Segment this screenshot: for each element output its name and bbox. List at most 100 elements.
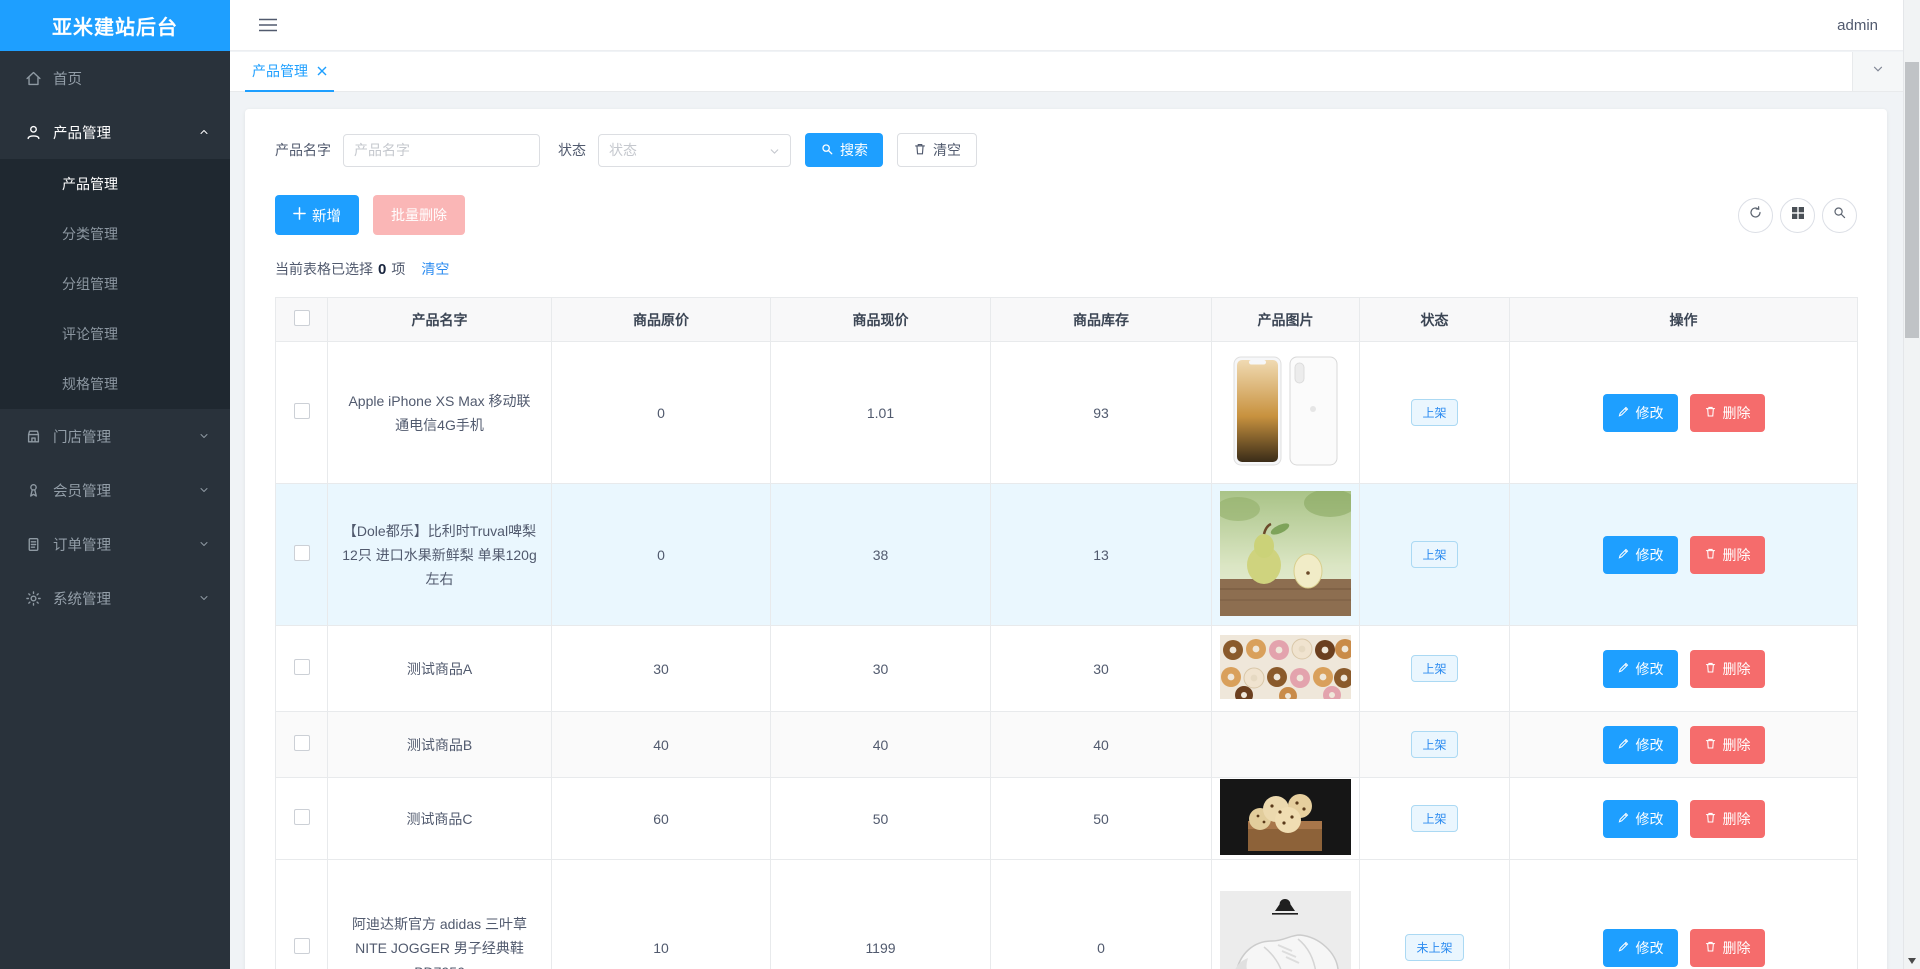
- current-user[interactable]: admin: [1837, 17, 1878, 34]
- edit-button[interactable]: 修改: [1602, 393, 1678, 432]
- original-price: 0: [551, 483, 771, 626]
- row-checkbox[interactable]: [293, 809, 310, 825]
- sidebar-item-system-management[interactable]: 系统管理: [0, 571, 230, 625]
- table-row: Apple iPhone XS Max 移动联通电信4G手机 0 1.01 93: [275, 341, 1858, 484]
- original-price: 0: [551, 341, 771, 484]
- refresh-icon: [1748, 205, 1763, 225]
- scrollbar-thumb[interactable]: [1905, 62, 1919, 338]
- status-select[interactable]: 状态: [598, 133, 791, 167]
- delete-button[interactable]: 删除: [1689, 725, 1765, 764]
- table-row: 测试商品B 40 40 40 上架 修改 删除: [275, 711, 1858, 778]
- refresh-button[interactable]: [1738, 197, 1773, 233]
- edit-button[interactable]: 修改: [1602, 535, 1678, 574]
- filter-row: 产品名字 状态 状态 搜索 清空: [275, 133, 1857, 167]
- clear-selection-link[interactable]: 清空: [421, 259, 449, 279]
- delete-button[interactable]: 删除: [1689, 799, 1765, 838]
- product-image: [1220, 779, 1351, 855]
- member-icon: [25, 482, 42, 499]
- menu-toggle-icon[interactable]: [258, 17, 278, 33]
- delete-button[interactable]: 删除: [1689, 928, 1765, 967]
- sidebar: 亚米建站后台 首页 产品管理 产品管理 分类管理 分组管理 评论管理 规格管理 …: [0, 0, 230, 969]
- batch-delete-button[interactable]: 批量删除: [373, 195, 465, 235]
- stock: 40: [990, 711, 1212, 778]
- tab-product-management[interactable]: 产品管理: [245, 52, 334, 92]
- product-list-card: 产品名字 状态 状态 搜索 清空: [245, 109, 1887, 969]
- close-icon[interactable]: [317, 63, 327, 79]
- sidebar-item-member-management[interactable]: 会员管理: [0, 463, 230, 517]
- chevron-up-icon: [198, 126, 210, 138]
- delete-button[interactable]: 删除: [1689, 649, 1765, 688]
- current-price: 50: [770, 777, 991, 860]
- chevron-down-icon: [768, 145, 781, 161]
- main-content: 产品名字 状态 状态 搜索 清空: [230, 92, 1903, 969]
- sidebar-subitem-comment[interactable]: 评论管理: [0, 309, 230, 359]
- sidebar-submenu: 产品管理 分类管理 分组管理 评论管理 规格管理: [0, 159, 230, 409]
- sidebar-subitem-category[interactable]: 分类管理: [0, 209, 230, 259]
- row-checkbox[interactable]: [293, 403, 310, 419]
- sidebar-item-order-management[interactable]: 订单管理: [0, 517, 230, 571]
- status-badge: 上架: [1411, 655, 1458, 682]
- current-price: 1.01: [770, 341, 991, 484]
- table-row: 【Dole都乐】比利时Truval啤梨12只 进口水果新鲜梨 单果120g左右 …: [275, 483, 1858, 626]
- product-name: 测试商品A: [327, 625, 552, 712]
- trash-icon: [913, 142, 927, 159]
- row-checkbox[interactable]: [293, 735, 310, 751]
- tab-list-toggle[interactable]: [1852, 52, 1903, 91]
- chevron-down-icon: [198, 538, 210, 550]
- shop-icon: [25, 428, 42, 445]
- grid-icon: [1791, 206, 1805, 225]
- user-icon: [25, 124, 42, 141]
- tab-bar: 产品管理: [230, 52, 1903, 92]
- product-image: [1220, 891, 1351, 969]
- chevron-down-icon: [198, 484, 210, 496]
- sidebar-item-product-management[interactable]: 产品管理: [0, 105, 230, 159]
- row-checkbox[interactable]: [293, 938, 310, 954]
- chevron-down-icon: [198, 592, 210, 604]
- sidebar-subitem-spec[interactable]: 规格管理: [0, 359, 230, 409]
- table-row: 测试商品A 30 30 30 上架 修改 删除: [275, 625, 1858, 712]
- original-price: 30: [551, 625, 771, 712]
- scrollbar-down-arrow[interactable]: [1908, 958, 1916, 964]
- stock: 0: [990, 859, 1212, 969]
- name-filter-label: 产品名字: [275, 142, 331, 158]
- product-image: [1220, 490, 1351, 616]
- product-image: [1219, 351, 1352, 471]
- status-filter-label: 状态: [558, 142, 586, 158]
- sidebar-item-store-management[interactable]: 门店管理: [0, 409, 230, 463]
- table-search-button[interactable]: [1822, 197, 1857, 233]
- search-icon: [1832, 205, 1847, 225]
- delete-button[interactable]: 删除: [1689, 535, 1765, 574]
- edit-button[interactable]: 修改: [1602, 928, 1678, 967]
- trash-icon: [1704, 940, 1717, 956]
- original-price: 10: [551, 859, 771, 969]
- sidebar-subitem-product[interactable]: 产品管理: [0, 159, 230, 209]
- sidebar-subitem-group[interactable]: 分组管理: [0, 259, 230, 309]
- table-row: 阿迪达斯官方 adidas 三叶草 NITE JOGGER 男子经典鞋BD795…: [275, 859, 1858, 969]
- original-price: 40: [551, 711, 771, 778]
- add-button[interactable]: 新增: [275, 195, 359, 235]
- search-button[interactable]: 搜索: [805, 133, 883, 167]
- edit-button[interactable]: 修改: [1602, 799, 1678, 838]
- row-checkbox[interactable]: [293, 545, 310, 561]
- delete-button[interactable]: 删除: [1689, 393, 1765, 432]
- product-name: Apple iPhone XS Max 移动联通电信4G手机: [327, 341, 552, 484]
- select-all-checkbox[interactable]: [293, 310, 310, 326]
- product-name-input[interactable]: [343, 133, 540, 167]
- sidebar-item-home[interactable]: 首页: [0, 51, 230, 105]
- trash-icon: [1704, 547, 1717, 563]
- product-image-empty: [1211, 711, 1360, 778]
- edit-button[interactable]: 修改: [1602, 725, 1678, 764]
- col-stock: 商品库存: [990, 297, 1212, 342]
- clear-filters-button[interactable]: 清空: [897, 133, 977, 167]
- col-product-image: 产品图片: [1211, 297, 1360, 342]
- vertical-scrollbar[interactable]: [1903, 0, 1920, 969]
- row-checkbox[interactable]: [293, 659, 310, 675]
- pencil-icon: [1617, 737, 1630, 753]
- trash-icon: [1704, 405, 1717, 421]
- trash-icon: [1704, 661, 1717, 677]
- selection-info: 当前表格已选择 0 项 清空: [275, 259, 450, 279]
- pencil-icon: [1617, 405, 1630, 421]
- table-row: 测试商品C 60 50 50 上架 修改 删除: [275, 777, 1858, 860]
- edit-button[interactable]: 修改: [1602, 649, 1678, 688]
- columns-grid-button[interactable]: [1780, 197, 1815, 233]
